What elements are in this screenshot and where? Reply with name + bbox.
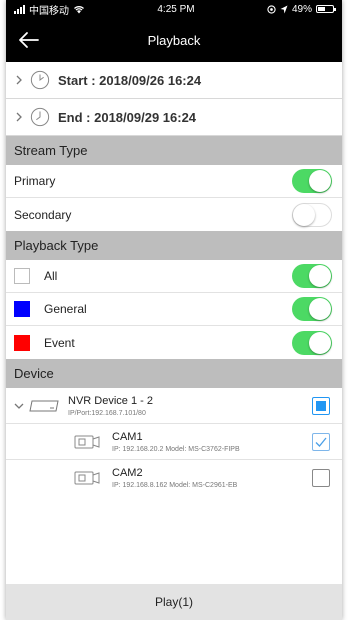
playback-general-label: General <box>44 302 87 316</box>
stream-type-secondary-row: Secondary <box>6 198 342 231</box>
stream-primary-label: Primary <box>14 174 56 188</box>
camera-texts: CAM2 IP: 192.168.8.162 Model: MS-C2961-E… <box>112 467 312 489</box>
camera-row[interactable]: CAM1 IP: 192.168.20.2 Model: MS-C3762-FI… <box>6 424 342 460</box>
battery-icon <box>315 5 336 13</box>
end-time-label: End : 2018/09/29 16:24 <box>58 109 197 125</box>
playback-type-header: Playback Type <box>6 231 342 260</box>
status-bar: 中国移动 4:25 PM 49% <box>6 0 342 18</box>
status-left: 中国移动 <box>14 2 85 17</box>
general-color-swatch <box>14 301 30 317</box>
signal-icon <box>14 4 25 14</box>
carrier-name: 中国移动 <box>29 5 69 17</box>
stream-type-header: Stream Type <box>6 136 342 165</box>
camera-name: CAM1 <box>112 430 143 443</box>
playback-general-row: General <box>6 293 342 326</box>
start-clock-icon <box>30 70 50 90</box>
secondary-toggle[interactable] <box>292 202 332 227</box>
nvr-device-row[interactable]: NVR Device 1 - 2 IP/Port:192.168.7.101/8… <box>6 388 342 424</box>
camera-checkbox[interactable] <box>312 469 330 487</box>
camera-checkbox[interactable] <box>312 432 330 451</box>
location-icon <box>280 5 288 13</box>
playback-event-label: Event <box>44 335 75 350</box>
page-title: Playback <box>147 32 201 48</box>
checkmark-icon <box>315 437 327 447</box>
play-button[interactable]: Play(1) <box>6 584 342 620</box>
all-toggle[interactable] <box>292 264 332 288</box>
camera-row[interactable]: CAM2 IP: 192.168.8.162 Model: MS-C2961-E… <box>6 460 342 496</box>
all-color-swatch <box>14 268 30 284</box>
device-header: Device <box>6 359 342 388</box>
nav-bar: Playback <box>6 18 342 62</box>
start-time-label: Start : 2018/09/26 16:24 <box>58 72 202 88</box>
back-arrow-icon[interactable] <box>16 27 42 53</box>
general-toggle[interactable] <box>292 297 332 321</box>
start-time-row[interactable]: Start : 2018/09/26 16:24 <box>6 62 342 99</box>
wifi-icon <box>74 5 84 13</box>
playback-all-row: All <box>6 260 342 293</box>
lock-rotation-icon <box>267 4 276 14</box>
camera-texts: CAM1 IP: 192.168.20.2 Model: MS-C3762-FI… <box>112 431 312 453</box>
play-button-label: Play(1) <box>154 595 193 609</box>
primary-toggle[interactable] <box>292 169 332 193</box>
app-frame: 中国移动 4:25 PM 49% Playback Start : 2018/0… <box>6 0 342 620</box>
battery-percent: 49% <box>291 3 312 15</box>
camera-name: CAM2 <box>112 467 143 479</box>
end-time-row[interactable]: End : 2018/09/29 16:24 <box>6 99 342 136</box>
chevron-down-icon[interactable] <box>14 402 24 410</box>
end-clock-icon <box>30 107 50 127</box>
nvr-device-checkbox[interactable] <box>312 396 330 415</box>
camera-icon <box>74 471 100 485</box>
event-toggle[interactable] <box>292 330 332 355</box>
nvr-device-texts: NVR Device 1 - 2 IP/Port:192.168.7.101/8… <box>68 395 312 417</box>
chevron-right-icon <box>16 112 22 122</box>
camera-info: IP: 192.168.8.162 Model: MS-C2961-EB <box>112 482 238 489</box>
stream-type-primary-row: Primary <box>6 165 342 198</box>
event-color-swatch <box>14 334 30 351</box>
stream-secondary-label: Secondary <box>14 207 72 222</box>
nvr-device-ip: IP/Port:192.168.7.101/80 <box>68 409 146 417</box>
chevron-right-icon <box>16 75 22 85</box>
status-time: 4:25 PM <box>157 3 195 15</box>
camera-icon <box>74 435 100 448</box>
nvr-device-name: NVR Device 1 - 2 <box>68 394 153 407</box>
playback-event-row: Event <box>6 326 342 359</box>
status-right: 49% <box>267 3 336 15</box>
playback-all-label: All <box>44 269 58 283</box>
camera-info: IP: 192.168.20.2 Model: MS-C3762-FIPB <box>112 445 240 453</box>
nvr-device-icon <box>29 400 59 411</box>
